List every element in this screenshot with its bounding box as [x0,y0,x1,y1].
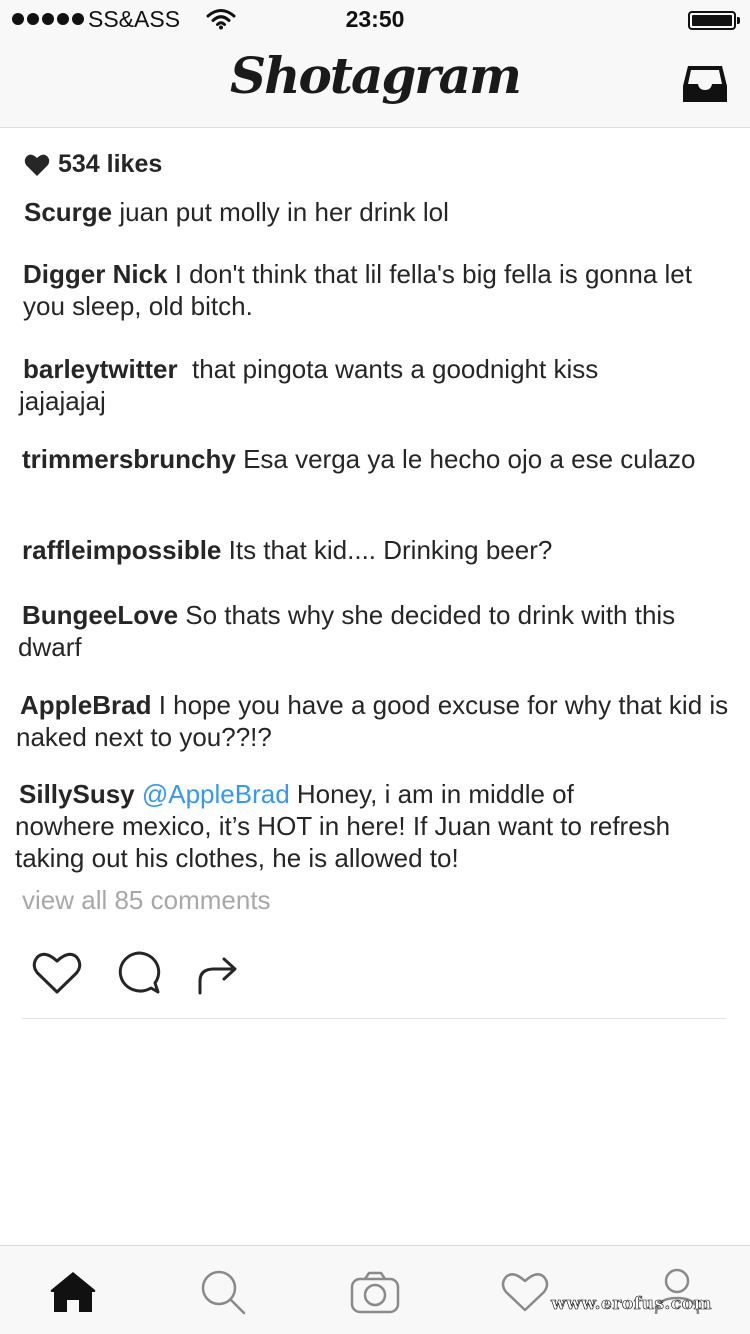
app-logo: Shotagram [230,46,522,105]
comment-username[interactable]: Digger Nick [23,259,168,289]
camera-icon [350,1271,400,1314]
comment-username[interactable]: Scurge [24,197,112,227]
home-icon [50,1272,96,1312]
heart-filled-icon [24,154,50,176]
tab-search[interactable] [198,1268,248,1316]
comment: trimmersbrunchy Esa verga ya le hecho oj… [18,443,698,475]
tab-activity[interactable] [500,1268,550,1316]
likes-label: 534 likes [58,150,163,178]
watermark: www.erofus.com [550,1294,712,1315]
comment: AppleBrad I hope you have a good excuse … [16,689,740,753]
post-actions [32,950,240,996]
comment-mention[interactable]: @AppleBrad [135,779,290,809]
comment: barleytwitter that pingota wants a goodn… [19,353,679,417]
comment-text: Esa verga ya le hecho ojo a ese culazo [235,444,696,474]
comment-username[interactable]: raffleimpossible [22,535,221,565]
activity-icon [501,1273,549,1312]
tab-bar: www.erofus.com [0,1245,750,1334]
tab-camera[interactable] [350,1268,400,1316]
comment: Digger Nick I don't think that lil fella… [23,258,735,322]
search-icon [201,1270,246,1315]
comment-username[interactable]: trimmersbrunchy [22,444,236,474]
comment-text: juan put molly in her drink lol [112,197,449,227]
comment-username[interactable]: AppleBrad [20,690,151,720]
comment-icon[interactable] [116,950,162,996]
comment-username[interactable]: barleytwitter [23,354,178,384]
status-bar: SS&ASS 23:50 [0,0,750,40]
comment: raffleimpossible Its that kid.... Drinki… [22,534,722,566]
comment: SillySusy @AppleBrad Honey, i am in midd… [15,778,675,874]
battery-icon [688,11,740,30]
nav-bar: Shotagram [0,40,750,128]
inbox-icon[interactable] [682,62,728,104]
post-divider [22,1018,726,1019]
comment-username[interactable]: BungeeLove [22,600,178,630]
likes-count[interactable]: 534 likes [24,150,162,179]
comment: Scurge juan put molly in her drink lol [24,196,724,228]
comment-text: Its that kid.... Drinking beer? [221,535,553,565]
tab-home[interactable] [48,1268,98,1316]
view-all-comments-link[interactable]: view all 85 comments [22,885,271,916]
comment-username[interactable]: SillySusy [19,779,135,809]
heart-icon[interactable] [32,951,82,995]
share-icon[interactable] [196,951,240,995]
status-time: 23:50 [345,6,405,32]
comment: BungeeLove So thats why she decided to d… [18,599,718,663]
